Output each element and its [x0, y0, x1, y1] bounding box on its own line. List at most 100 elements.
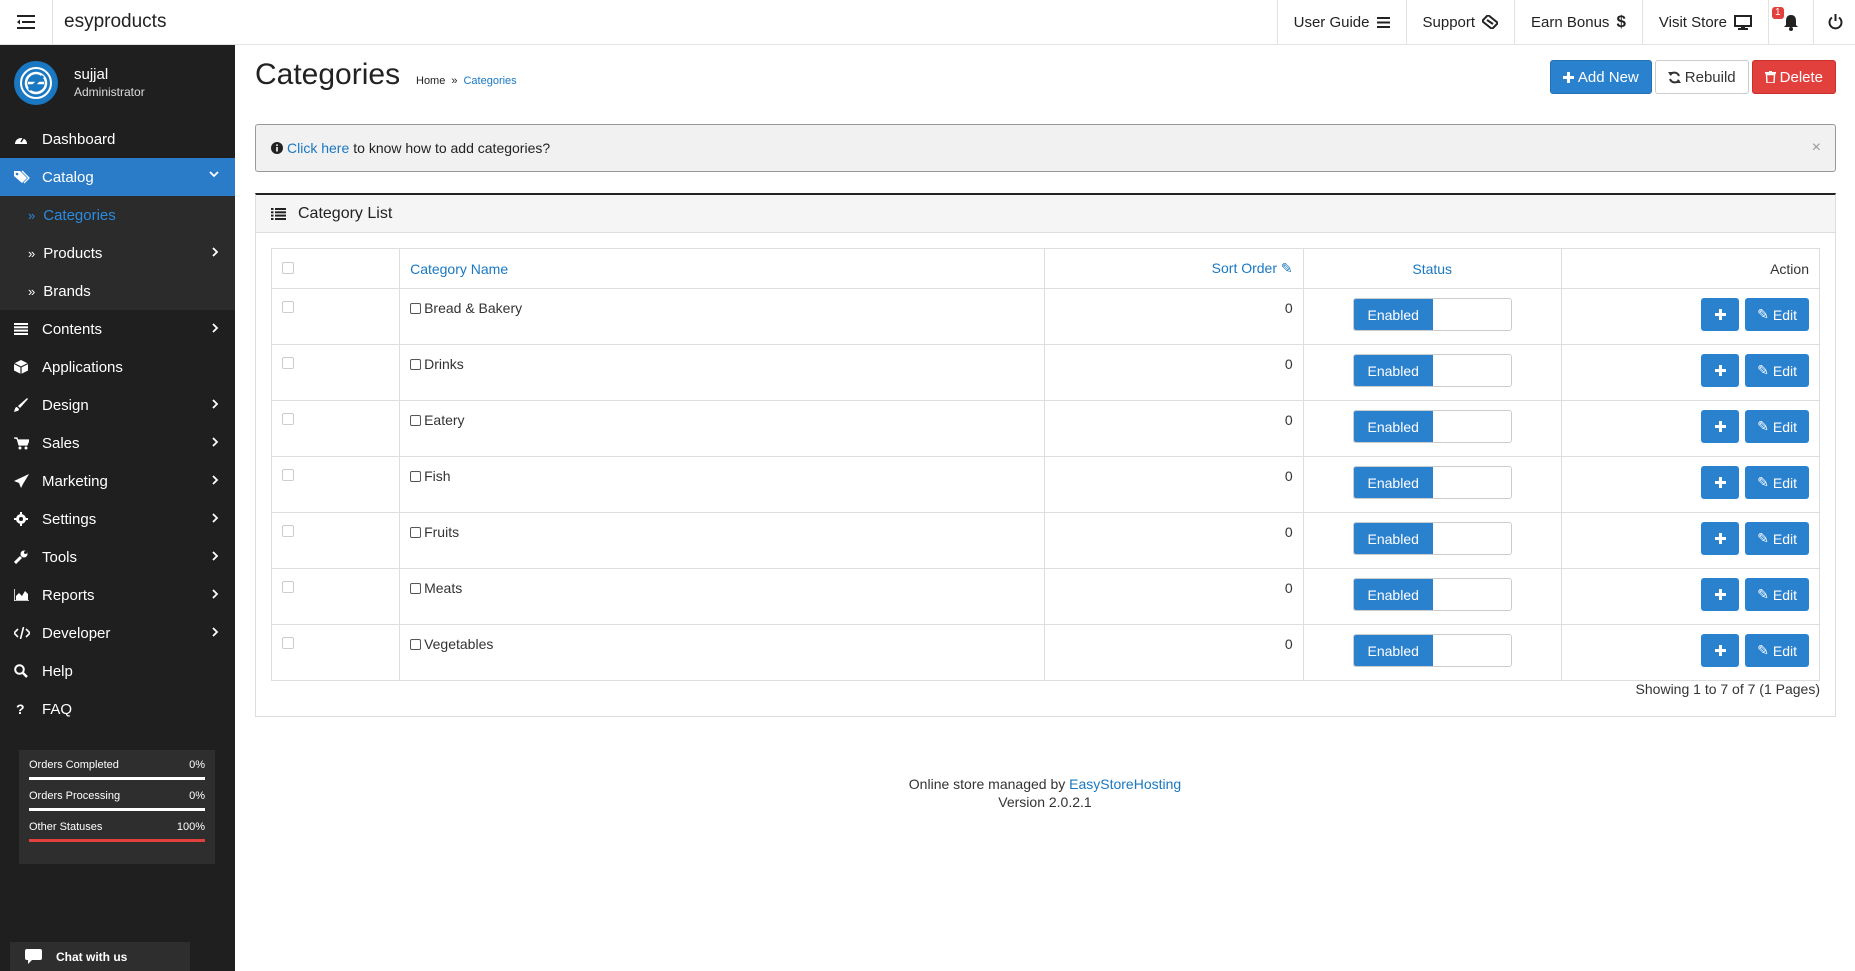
checkbox-icon: [410, 583, 422, 594]
double-chevron-icon: »: [28, 207, 36, 223]
sort-by-status-link[interactable]: Status: [1412, 261, 1452, 277]
add-subcategory-button[interactable]: [1701, 634, 1740, 667]
sort-order-value: 0: [1044, 624, 1304, 681]
table-row: Fish 0 Enabled ✎ Edit: [270, 456, 1821, 513]
chat-with-us-button[interactable]: Chat with us: [10, 942, 190, 971]
row-checkbox[interactable]: [282, 301, 294, 313]
user-guide-link[interactable]: User Guide: [1276, 0, 1406, 45]
sort-by-name-link[interactable]: Category Name: [410, 261, 508, 277]
add-subcategory-button[interactable]: [1701, 298, 1740, 331]
category-name: Bread & Bakery: [424, 300, 523, 316]
stat-label: Orders Completed: [29, 759, 119, 771]
add-new-button[interactable]: Add New: [1549, 60, 1652, 94]
add-subcategory-button[interactable]: [1701, 354, 1740, 387]
row-checkbox[interactable]: [282, 637, 294, 649]
status-toggle[interactable]: Enabled: [1352, 522, 1512, 555]
sidebar-subitem-products[interactable]: » Products: [0, 234, 235, 272]
edit-button[interactable]: ✎ Edit: [1745, 578, 1809, 611]
visit-store-link[interactable]: Visit Store: [1641, 0, 1768, 45]
status-enabled: Enabled: [1353, 635, 1433, 666]
edit-button[interactable]: ✎ Edit: [1745, 410, 1809, 443]
status-toggle[interactable]: Enabled: [1352, 634, 1512, 667]
breadcrumb-home[interactable]: Home: [416, 75, 445, 87]
stat-orders-completed: Orders Completed 0%: [29, 758, 205, 780]
edit-button[interactable]: ✎ Edit: [1745, 522, 1809, 555]
earn-bonus-link[interactable]: Earn Bonus $: [1514, 0, 1642, 45]
pencil-icon: ✎: [1757, 530, 1769, 546]
status-toggle[interactable]: Enabled: [1352, 410, 1512, 443]
delete-button[interactable]: Delete: [1751, 60, 1836, 94]
sidebar-item-dashboard[interactable]: Dashboard: [0, 120, 235, 158]
chat-label: Chat with us: [56, 949, 128, 964]
status-enabled: Enabled: [1353, 467, 1433, 498]
power-icon: [1828, 14, 1843, 30]
sidebar-item-reports[interactable]: Reports: [0, 576, 235, 614]
user-profile[interactable]: sujjal Administrator: [0, 45, 235, 120]
edit-label: Edit: [1772, 306, 1797, 323]
edit-button[interactable]: ✎ Edit: [1745, 298, 1809, 331]
category-list-panel: Category List Category Name Sort Order ✎…: [255, 193, 1836, 717]
edit-button[interactable]: ✎ Edit: [1745, 634, 1809, 667]
status-off-side: [1432, 411, 1511, 442]
status-off-side: [1432, 579, 1511, 610]
pagination-summary: Showing 1 to 7 of 7 (1 Pages): [1635, 681, 1820, 697]
add-subcategory-button[interactable]: [1701, 466, 1740, 499]
sidebar-item-applications[interactable]: Applications: [0, 348, 235, 386]
edit-label: Edit: [1772, 474, 1797, 491]
add-subcategory-button[interactable]: [1701, 410, 1740, 443]
checkbox-icon: [410, 303, 422, 314]
rebuild-button[interactable]: Rebuild: [1654, 60, 1749, 94]
footer-hosting-link[interactable]: EasyStoreHosting: [1069, 776, 1181, 792]
sidebar-subitem-categories[interactable]: » Categories: [0, 196, 235, 234]
status-toggle[interactable]: Enabled: [1352, 298, 1512, 331]
help-alert: Click here to know how to add categories…: [255, 124, 1836, 172]
top-nav: User Guide Support Earn Bonus $ Visit St…: [1276, 0, 1855, 45]
edit-label: Edit: [1772, 586, 1797, 603]
status-off-side: [1432, 299, 1511, 330]
edit-button[interactable]: ✎ Edit: [1745, 466, 1809, 499]
row-checkbox[interactable]: [282, 469, 294, 481]
status-off-side: [1432, 523, 1511, 554]
sidebar-subitem-brands[interactable]: » Brands: [0, 272, 235, 310]
sidebar-item-catalog[interactable]: Catalog: [0, 158, 235, 196]
sidebar-item-contents[interactable]: Contents: [0, 310, 235, 348]
paper-plane-icon: [14, 474, 29, 488]
sidebar-item-label: Products: [43, 244, 103, 262]
select-all-checkbox[interactable]: [282, 261, 294, 274]
logout-button[interactable]: [1813, 0, 1855, 45]
support-link[interactable]: Support: [1405, 0, 1515, 45]
breadcrumb-current[interactable]: Categories: [463, 75, 516, 87]
status-toggle[interactable]: Enabled: [1352, 466, 1512, 499]
row-checkbox[interactable]: [282, 581, 294, 593]
add-subcategory-button[interactable]: [1701, 578, 1740, 611]
status-toggle[interactable]: Enabled: [1352, 578, 1512, 611]
sidebar-item-label: Applications: [42, 358, 123, 376]
avatar: [14, 60, 58, 105]
status-off-side: [1432, 467, 1511, 498]
dashboard-icon: [15, 136, 27, 144]
row-checkbox[interactable]: [282, 525, 294, 537]
category-name: Vegetables: [424, 636, 494, 652]
sidebar-item-marketing[interactable]: Marketing: [0, 462, 235, 500]
add-subcategory-button[interactable]: [1701, 522, 1740, 555]
sidebar-item-developer[interactable]: Developer: [0, 614, 235, 652]
sidebar-item-sales[interactable]: Sales: [0, 424, 235, 462]
sidebar-item-faq[interactable]: ? FAQ: [0, 690, 235, 728]
status-toggle[interactable]: Enabled: [1352, 354, 1512, 387]
row-checkbox[interactable]: [282, 413, 294, 425]
row-checkbox[interactable]: [282, 357, 294, 369]
sidebar-item-tools[interactable]: Tools: [0, 538, 235, 576]
sidebar-item-settings[interactable]: Settings: [0, 500, 235, 538]
sort-by-order-link[interactable]: Sort Order ✎: [1212, 260, 1293, 276]
notifications-button[interactable]: 1: [1768, 0, 1813, 45]
help-link[interactable]: Click here: [287, 140, 349, 156]
main-content: Categories Home » Categories Add New Reb…: [235, 45, 1855, 971]
sort-order-label: Sort Order: [1211, 260, 1278, 276]
sidebar-item-help[interactable]: Help: [0, 652, 235, 690]
menu-toggle-button[interactable]: [0, 0, 53, 45]
edit-label: Edit: [1772, 418, 1797, 435]
pencil-icon: ✎: [1757, 362, 1769, 378]
close-icon[interactable]: ×: [1812, 139, 1821, 157]
edit-button[interactable]: ✎ Edit: [1745, 354, 1809, 387]
sidebar-item-design[interactable]: Design: [0, 386, 235, 424]
